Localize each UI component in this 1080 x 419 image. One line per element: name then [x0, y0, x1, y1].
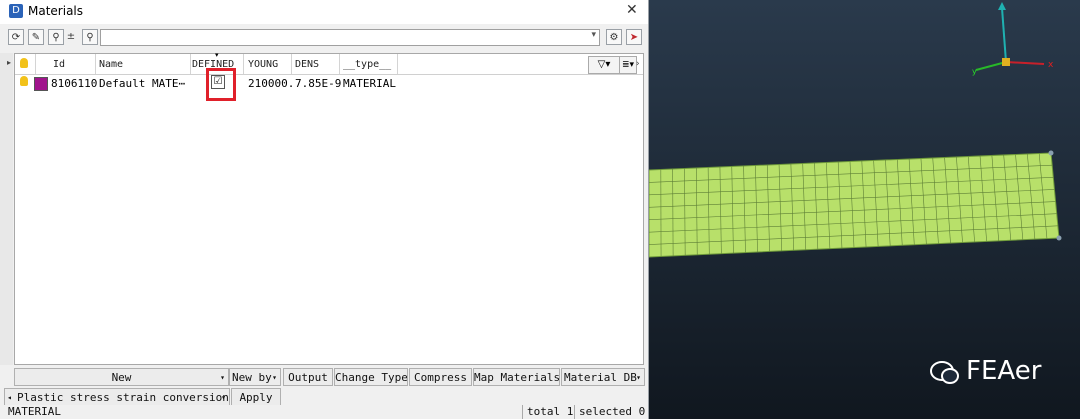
output-button[interactable]: Output	[283, 368, 333, 386]
change-type-button[interactable]: Change Type	[334, 368, 408, 386]
new-by-button[interactable]: New by ▾	[229, 368, 281, 386]
highlight-box	[206, 68, 236, 101]
window-title: Materials	[28, 4, 84, 18]
axis-x-label: x	[1048, 60, 1054, 70]
zoom-icon[interactable]: ⚲	[48, 29, 64, 45]
bulb-icon[interactable]	[20, 76, 28, 86]
chevron-down-icon[interactable]: ▾	[636, 369, 641, 385]
coordinate-axes-icon: x y	[972, 2, 1054, 76]
chevron-down-icon[interactable]: ▾	[591, 30, 596, 40]
search-icon[interactable]: ⚲	[82, 29, 98, 45]
chat-bubble-icon	[930, 361, 959, 384]
column-header-id[interactable]: Id	[53, 59, 65, 70]
search-input[interactable]: ▾	[100, 29, 600, 46]
new-by-label: New by	[232, 371, 272, 384]
column-header-young[interactable]: YOUNG	[248, 59, 278, 70]
status-total: total 1	[522, 405, 573, 419]
plus-minus-icon[interactable]: ±	[66, 29, 76, 45]
cell-type[interactable]: MATERIAL	[343, 77, 396, 90]
pointer-icon[interactable]: ➤	[626, 29, 642, 45]
materials-panel: D Materials ✕ ⟳ ✎ ⚲ ± ⚲ ▾ ⚙ ➤ ▸ Id Name …	[0, 0, 649, 419]
gear-icon[interactable]: ⚙	[606, 29, 622, 45]
app-icon: D	[9, 4, 23, 18]
chevron-down-icon[interactable]: ▾	[221, 389, 226, 405]
chevron-down-icon[interactable]: ▾	[220, 369, 225, 385]
filter-icon[interactable]: ▽▾	[588, 56, 620, 74]
apply-button[interactable]: Apply	[231, 388, 281, 406]
column-header-name[interactable]: Name	[99, 59, 123, 70]
cell-young[interactable]: 210000.	[248, 77, 294, 90]
row-header-strip	[0, 53, 13, 365]
cell-id[interactable]: 8106110	[51, 77, 97, 90]
map-materials-button[interactable]: Map Materials	[473, 368, 560, 386]
refresh-icon[interactable]: ⟳	[8, 29, 24, 45]
title-bar: D Materials ✕	[0, 0, 648, 24]
chevron-down-icon[interactable]: ▾	[272, 369, 277, 385]
columns-icon[interactable]: ≣▾	[619, 56, 637, 74]
status-selected: selected 0	[574, 405, 645, 419]
cell-name[interactable]: Default MATE⋯	[99, 77, 185, 90]
column-header-type[interactable]: __type__	[343, 59, 391, 70]
material-db-button[interactable]: Material DB ▾	[561, 368, 645, 386]
material-db-label: Material DB	[564, 371, 637, 384]
mesh-part[interactable]	[649, 150, 1080, 260]
chevron-right-icon[interactable]: ›	[636, 56, 644, 72]
materials-table: ▸ Id Name DEFINED ▾ YOUNG DENS __type__ …	[7, 51, 644, 365]
close-icon[interactable]: ✕	[626, 2, 638, 18]
color-swatch[interactable]	[34, 77, 48, 91]
chevron-left-icon[interactable]: ◂	[7, 389, 12, 405]
bulb-icon[interactable]	[20, 58, 28, 68]
row-arrow-icon: ▸	[7, 58, 12, 67]
logo-text: FEAer	[966, 356, 1042, 386]
pick-icon[interactable]: ✎	[28, 29, 44, 45]
new-label: New	[111, 371, 132, 384]
status-bar: MATERIAL total 1 selected 0	[0, 405, 648, 419]
status-type: MATERIAL	[8, 405, 61, 418]
axis-y-label: y	[972, 67, 977, 76]
toolbar: ⟳ ✎ ⚲ ± ⚲ ▾ ⚙ ➤	[0, 26, 648, 50]
conversion-label: Plastic stress strain conversion	[17, 391, 229, 404]
column-header-dens[interactable]: DENS	[295, 59, 319, 70]
conversion-button[interactable]: ◂ Plastic stress strain conversion ▾	[4, 388, 230, 406]
new-button[interactable]: New ▾	[14, 368, 229, 386]
compress-button[interactable]: Compress	[409, 368, 472, 386]
sort-icon: ▾	[215, 51, 219, 59]
cell-dens[interactable]: 7.85E-9	[295, 77, 341, 90]
